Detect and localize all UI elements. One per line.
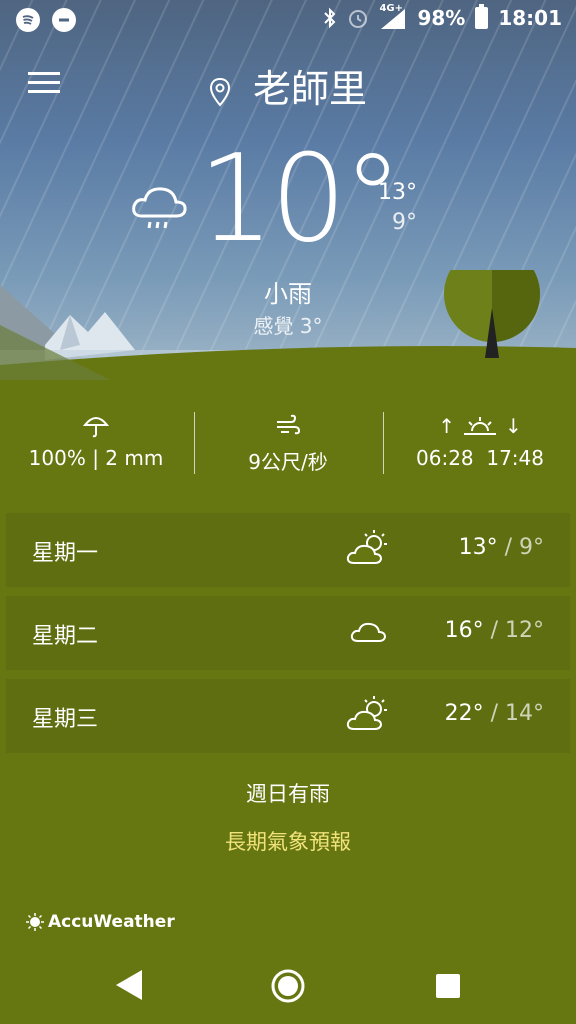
forecast-day: 星期二	[32, 624, 99, 649]
location-header[interactable]: 老師里	[0, 58, 576, 113]
precipitation-stat: 100% | 2 mm	[0, 410, 192, 480]
location-pin-icon	[209, 77, 230, 106]
weekend-note: 週日有雨	[246, 782, 330, 806]
network-type: 4G+	[379, 3, 403, 14]
location-name: 老師里	[253, 67, 368, 111]
sunrise-icon	[464, 417, 496, 435]
forecast-temps: 13° / 9°	[458, 535, 544, 560]
stats-divider	[383, 412, 384, 474]
clock: 18:01	[498, 6, 562, 30]
forecast-temps: 16° / 12°	[444, 618, 544, 643]
wind-value: 9公尺/秒	[248, 450, 328, 474]
status-bar: 4G+ 98% 18:01	[0, 0, 576, 40]
precipitation-value: 100% | 2 mm	[28, 446, 164, 470]
forecast-row-tuesday[interactable]: 星期二 16° / 12°	[6, 596, 570, 670]
low-temperature: 9°	[392, 210, 417, 235]
accuweather-logo[interactable]: AccuWeather	[26, 912, 175, 932]
bluetooth-icon	[324, 7, 336, 29]
sunset-time: 17:48	[486, 446, 544, 470]
forecast-low: 9°	[519, 535, 544, 560]
high-temperature: 13°	[378, 180, 417, 205]
navigation-bar	[0, 948, 576, 1024]
stats-divider	[194, 412, 195, 474]
brand-name: AccuWeather	[48, 912, 175, 932]
forecast-low: 12°	[505, 618, 544, 643]
sun-logo-icon	[26, 913, 44, 931]
current-temperature: 10°	[198, 130, 403, 269]
sunrise-time: 06:28	[416, 446, 474, 470]
stats-row: 100% | 2 mm 9公尺/秒 ↑ ↓ 06:28 17:48	[0, 410, 576, 480]
umbrella-icon	[83, 417, 109, 438]
forecast-day: 星期三	[32, 707, 99, 732]
forecast-low: 14°	[505, 701, 544, 726]
long-term-forecast-link[interactable]: 長期氣象預報	[0, 826, 576, 856]
rain-cloud-icon	[132, 187, 187, 229]
battery-percent: 98%	[417, 6, 466, 30]
alarm-icon	[349, 10, 368, 28]
battery-icon	[475, 4, 489, 29]
forecast-temps: 22° / 14°	[444, 701, 544, 726]
signal-icon: 4G+	[379, 3, 407, 29]
arrow-down-icon: ↓	[505, 414, 522, 438]
cloud-icon	[350, 622, 386, 642]
spotify-icon	[16, 8, 40, 32]
home-button[interactable]	[270, 968, 306, 1004]
arrow-up-icon: ↑	[438, 414, 455, 438]
recents-button[interactable]	[436, 974, 460, 998]
forecast-high: 13°	[458, 535, 498, 560]
back-button[interactable]	[114, 968, 144, 1002]
wind-icon	[277, 414, 301, 435]
forecast-high: 22°	[444, 701, 484, 726]
do-not-disturb-icon	[52, 8, 76, 32]
forecast-row-monday[interactable]: 星期一 13° / 9°	[6, 513, 570, 587]
forecast-day: 星期一	[32, 541, 99, 566]
sun-stat: ↑ ↓ 06:28 17:48	[384, 410, 576, 480]
forecast-row-wednesday[interactable]: 星期三 22° / 14°	[6, 679, 570, 753]
partly-sunny-icon	[346, 696, 387, 730]
wind-stat: 9公尺/秒	[192, 410, 384, 480]
partly-sunny-icon	[346, 530, 387, 564]
forecast-high: 16°	[444, 618, 484, 643]
feels-like: 感覺 3°	[253, 314, 323, 338]
condition-text: 小雨	[264, 280, 312, 308]
